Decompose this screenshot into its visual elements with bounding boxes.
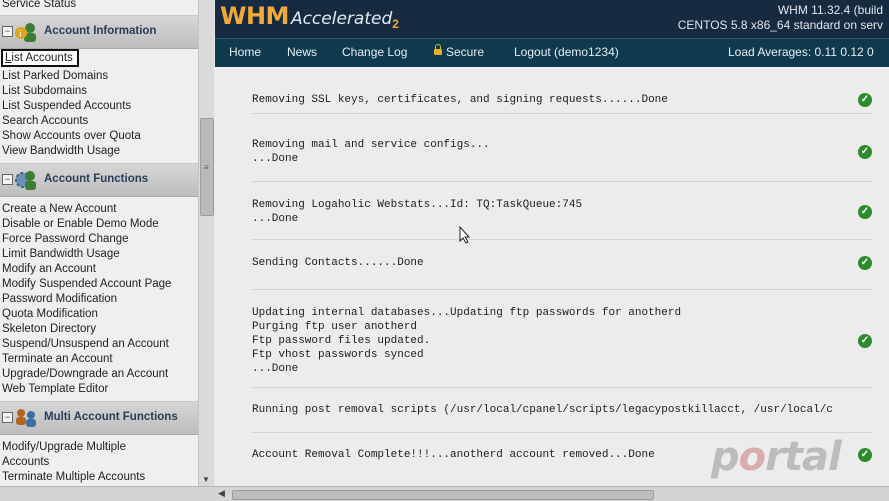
logo-version: 2: [392, 17, 399, 32]
link-text: ist Accounts: [11, 52, 73, 64]
check-icon: ✓: [858, 205, 872, 219]
server-os: CENTOS 5.8 x86_64 standard on serv: [677, 18, 883, 32]
main-content: Removing SSL keys, certificates, and sig…: [215, 67, 889, 486]
hscroll-thumb[interactable]: [232, 490, 654, 500]
nav-secure[interactable]: Secure: [434, 44, 485, 59]
svg-text:i: i: [19, 30, 22, 40]
load-averages: Load Averages: 0.11 0.12 0: [728, 45, 874, 59]
app-header: WHM Accelerated2 WHM 11.32.4 (build CENTO…: [215, 0, 889, 38]
log-row: Removing Logaholic Webstats...Id: TQ:Tas…: [252, 181, 872, 240]
log-text: Removing Logaholic Webstats...Id: TQ:Tas…: [252, 199, 583, 225]
sidebar-link-list-suspended-accounts[interactable]: List Suspended Accounts: [2, 99, 131, 113]
check-icon: ✓: [858, 256, 872, 270]
collapse-icon[interactable]: −: [2, 174, 13, 185]
logo-accelerated: Accelerated: [290, 9, 393, 29]
account-functions-icon: [15, 171, 36, 190]
nav-changelog[interactable]: Change Log: [342, 45, 407, 59]
portal-watermark-logo: portal: [711, 434, 842, 480]
log-text: Updating internal databases...Updating f…: [252, 307, 682, 375]
section-header-multi-account-functions[interactable]: − Multi Account Functions: [0, 401, 198, 435]
sidebar-link-upgrade-downgrade[interactable]: Upgrade/Downgrade an Account: [2, 367, 168, 381]
sidebar-link-suspend-unsuspend[interactable]: Suspend/Unsuspend an Account: [2, 337, 169, 351]
sidebar-link-create-account[interactable]: Create a New Account: [2, 202, 116, 216]
sidebar-link-force-password[interactable]: Force Password Change: [2, 232, 129, 246]
log-row: Removing mail and service configs... ...…: [252, 113, 872, 182]
log-text: Removing mail and service configs... ...…: [252, 139, 490, 165]
sidebar-link-modify-upgrade-multiple[interactable]: Modify/Upgrade Multiple: [2, 440, 126, 454]
sidebar-link-web-template-editor[interactable]: Web Template Editor: [2, 382, 108, 396]
section-title: Account Functions: [44, 173, 149, 185]
sidebar-link-bandwidth-usage[interactable]: View Bandwidth Usage: [2, 144, 120, 158]
log-text: Sending Contacts......Done: [252, 257, 424, 269]
watermark-part: o: [738, 434, 767, 480]
grip-icon: ≡: [204, 163, 209, 172]
sidebar-link-modify-account[interactable]: Modify an Account: [2, 262, 96, 276]
section-header-account-functions[interactable]: − Account Functions: [0, 163, 198, 197]
sidebar-link-search-accounts[interactable]: Search Accounts: [2, 114, 88, 128]
sidebar-link-terminate-multiple[interactable]: Terminate Multiple Accounts: [2, 470, 145, 484]
log-row: Running post removal scripts (/usr/local…: [252, 387, 872, 433]
sidebar-link-demo-mode[interactable]: Disable or Enable Demo Mode: [2, 217, 159, 231]
whm-logo[interactable]: WHM Accelerated2: [220, 2, 399, 31]
watermark-part: rtal: [765, 434, 842, 480]
nav-news[interactable]: News: [287, 45, 317, 59]
check-icon: ✓: [858, 93, 872, 107]
sidebar-link-password-modification[interactable]: Password Modification: [2, 292, 117, 306]
sidebar-scrollbar[interactable]: ≡ ▼: [198, 0, 214, 486]
log-row: Updating internal databases...Updating f…: [252, 289, 872, 388]
logo-whm: WHM: [220, 2, 289, 30]
sidebar-link-modify-upgrade-multiple-cont[interactable]: Accounts: [2, 455, 49, 469]
log-row: Removing SSL keys, certificates, and sig…: [252, 77, 872, 114]
check-icon: ✓: [858, 334, 872, 348]
multi-account-icon: [16, 409, 36, 427]
section-title: Account Information: [44, 25, 157, 37]
sidebar-link-service-status[interactable]: Service Status: [2, 0, 76, 11]
sidebar-link-accounts-over-quota[interactable]: Show Accounts over Quota: [2, 129, 141, 143]
log-text: Account Removal Complete!!!...anotherd a…: [252, 449, 655, 461]
collapse-icon[interactable]: −: [2, 412, 13, 423]
sidebar-link-list-subdomains[interactable]: List Subdomains: [2, 84, 87, 98]
log-text: Removing SSL keys, certificates, and sig…: [252, 94, 668, 106]
sidebar-link-terminate-account[interactable]: Terminate an Account: [2, 352, 113, 366]
nav-home[interactable]: Home: [229, 45, 261, 59]
log-text: Running post removal scripts (/usr/local…: [252, 404, 833, 416]
nav-secure-label: Secure: [446, 45, 485, 59]
collapse-icon[interactable]: −: [2, 26, 13, 37]
log-row: Sending Contacts......Done ✓: [252, 239, 872, 290]
build-version: WHM 11.32.4 (build: [777, 3, 883, 17]
section-title: Multi Account Functions: [44, 411, 178, 423]
mouse-cursor-icon: [459, 226, 471, 244]
scroll-left-arrow-icon[interactable]: ◀: [218, 488, 225, 499]
lock-icon: [434, 44, 442, 55]
watermark-part: p: [711, 434, 740, 480]
sidebar-link-modify-suspended-page[interactable]: Modify Suspended Account Page: [2, 277, 171, 291]
bottom-scrollbar[interactable]: ◀: [0, 486, 889, 501]
account-info-icon: i: [15, 23, 36, 42]
section-header-account-information[interactable]: − i Account Information: [0, 15, 198, 49]
sidebar-link-limit-bandwidth[interactable]: Limit Bandwidth Usage: [2, 247, 120, 261]
sidebar-link-list-accounts[interactable]: List Accounts: [1, 49, 79, 67]
nav-logout[interactable]: Logout (demo1234): [514, 45, 619, 59]
check-icon: ✓: [858, 145, 872, 159]
sidebar-link-list-parked-domains[interactable]: List Parked Domains: [2, 69, 108, 83]
sidebar-link-quota-modification[interactable]: Quota Modification: [2, 307, 98, 321]
build-info: WHM 11.32.4 (build CENTOS 5.8 x86_64 sta…: [678, 3, 883, 33]
scrollbar-thumb[interactable]: ≡: [200, 118, 214, 216]
check-icon: ✓: [858, 448, 872, 462]
scroll-down-arrow-icon[interactable]: ▼: [202, 475, 210, 484]
nav-bar: Home News Change Log Secure Logout (demo…: [215, 38, 889, 67]
sidebar-link-skeleton-directory[interactable]: Skeleton Directory: [2, 322, 96, 336]
sidebar: Service Status − i Account Information L…: [0, 0, 198, 486]
